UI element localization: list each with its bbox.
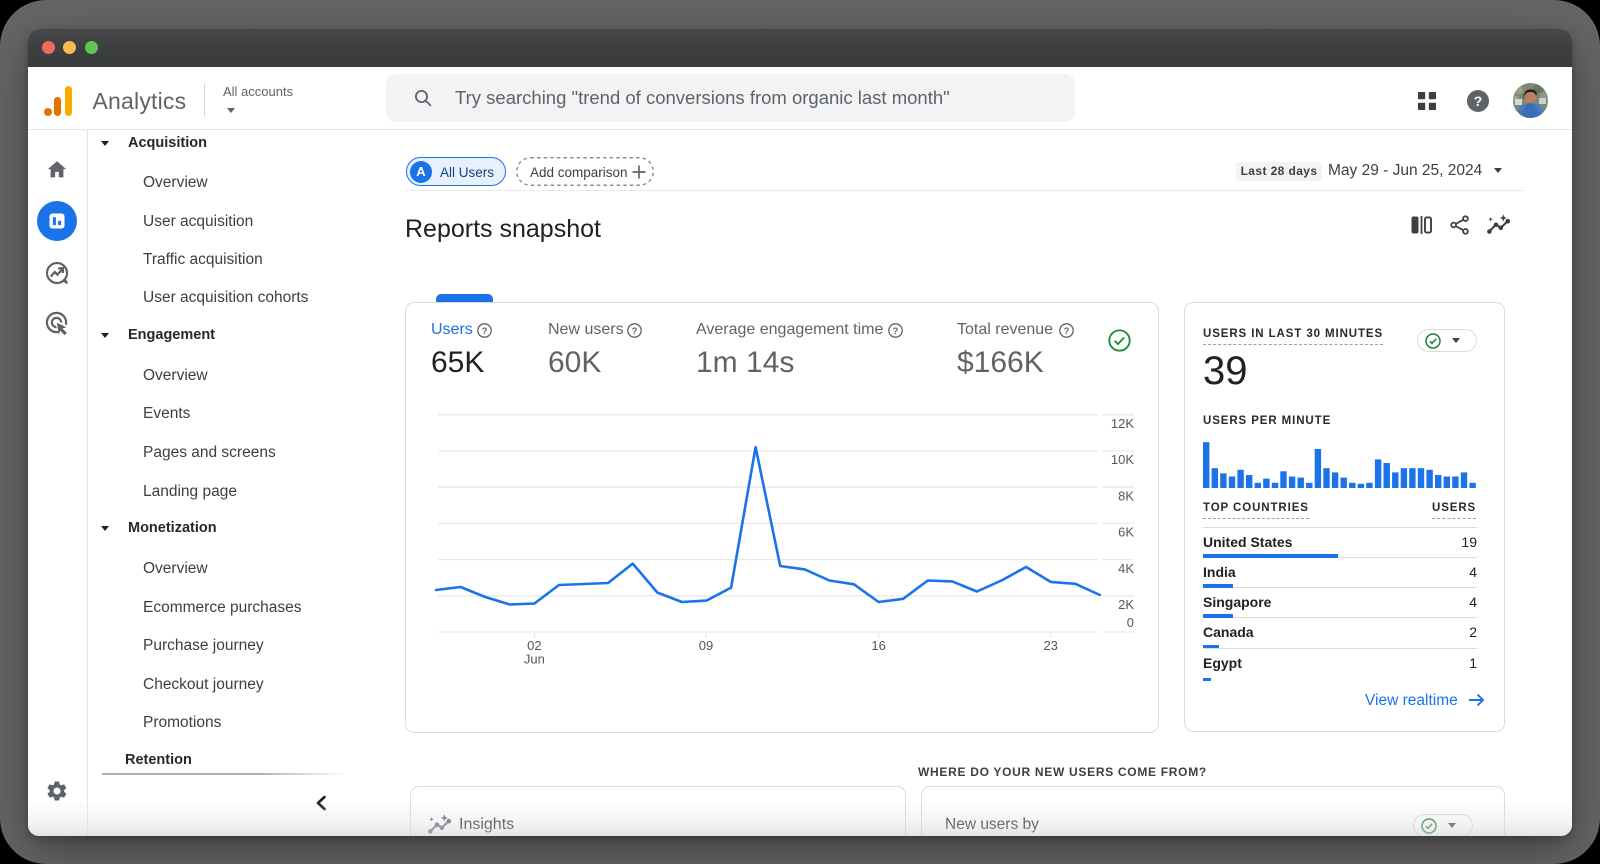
svg-text:4K: 4K [1118, 561, 1134, 576]
svg-text:2K: 2K [1118, 597, 1134, 612]
svg-text:8K: 8K [1118, 488, 1134, 503]
svg-text:09: 09 [699, 638, 713, 653]
svg-text:23: 23 [1043, 638, 1057, 653]
svg-text:6K: 6K [1118, 525, 1134, 540]
svg-text:10K: 10K [1111, 452, 1134, 467]
svg-text:12K: 12K [1111, 416, 1134, 431]
svg-text:0: 0 [1127, 615, 1134, 630]
svg-text:16: 16 [871, 638, 885, 653]
svg-text:Jun: Jun [524, 652, 545, 667]
